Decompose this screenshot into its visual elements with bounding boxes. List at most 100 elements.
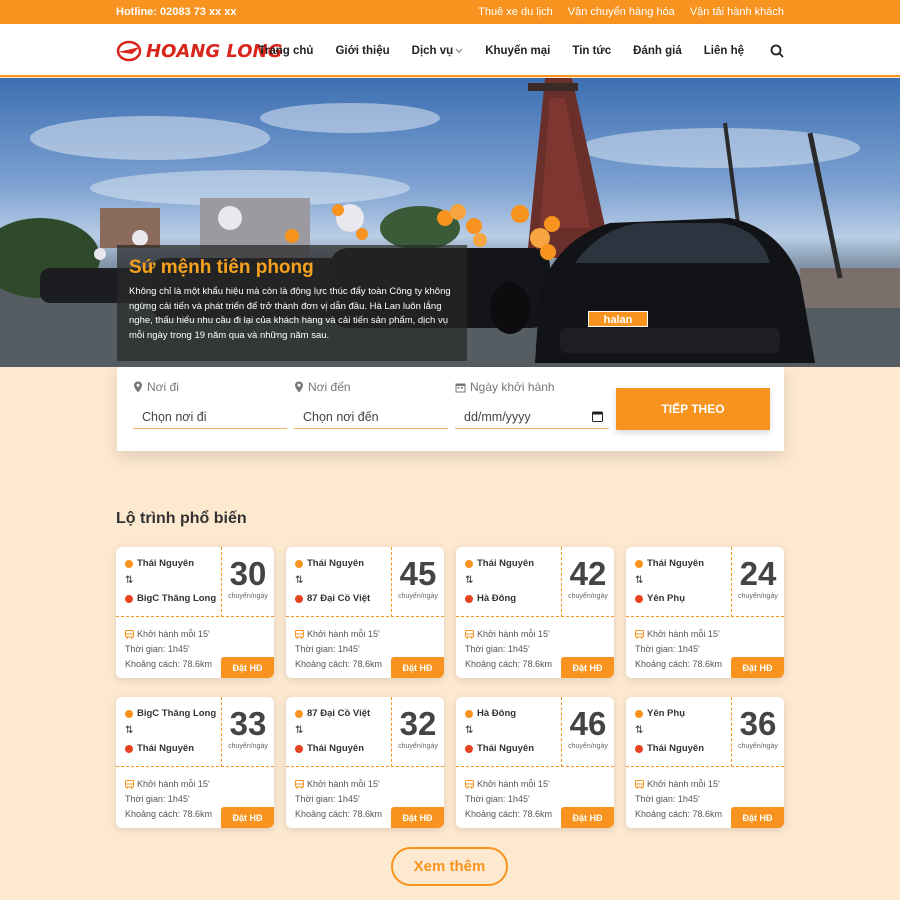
route-from: Hà Đông (465, 708, 516, 719)
book-button[interactable]: Đặt HĐ (221, 657, 274, 678)
route-depart: Khởi hành mỗi 15' (137, 779, 210, 789)
origin-dot-icon (295, 559, 303, 568)
route-to-label: Hà Đông (477, 593, 517, 604)
route-card[interactable]: 87 Đại Cồ Việt ⇅ Thái Nguyên 32 chuyến/ngày K… (286, 697, 444, 828)
origin-dot-icon (635, 559, 643, 568)
route-depart: Khởi hành mỗi 15' (647, 629, 720, 639)
origin-dot-icon (635, 709, 643, 718)
origin-dot-icon (125, 709, 133, 718)
top-link-travel[interactable]: Thuê xe du lịch (478, 6, 553, 18)
from-select[interactable]: Chọn nơi đi (133, 405, 287, 429)
route-depart: Khởi hành mỗi 15' (477, 779, 550, 789)
route-card[interactable]: Thái Nguyên ⇅ BigC Thăng Long 30 chuyến/ngày… (116, 547, 274, 678)
route-card[interactable]: Hà Đông ⇅ Thái Nguyên 46 chuyến/ngày Khởi hàn… (456, 697, 614, 828)
bus-icon (465, 630, 474, 639)
route-card[interactable]: Thái Nguyên ⇅ 87 Đại Cồ Việt 45 chuyến/ngày K… (286, 547, 444, 678)
menu-item-news[interactable]: Tin tức (572, 45, 611, 57)
swap-icon: ⇅ (635, 725, 644, 736)
trips-unit: chuyến/ngày (398, 593, 438, 600)
hero-textbox: Sứ mệnh tiên phong Không chỉ là một khẩu… (117, 245, 467, 361)
route-to: Thái Nguyên (125, 743, 194, 754)
to-label-row: Nơi đến (294, 379, 448, 395)
next-button[interactable]: TIẾP THEO (616, 388, 770, 430)
book-button[interactable]: Đặt HĐ (731, 807, 784, 828)
route-distance: Khoảng cách: 78.6km (295, 659, 383, 669)
route-info: Khởi hành mỗi 15' Thời gian: 1h45' Khoảng … (125, 777, 212, 822)
menu-item-services[interactable]: Dịch vụ (412, 45, 464, 57)
top-link-cargo[interactable]: Vận chuyển hàng hóa (568, 6, 675, 18)
date-field: Ngày khởi hành dd/mm/yyyy (455, 379, 609, 429)
bus-icon (125, 780, 134, 789)
route-from: BigC Thăng Long (125, 708, 216, 719)
destination-dot-icon (465, 594, 473, 603)
destination-dot-icon (635, 744, 643, 753)
top-link-passenger[interactable]: Vận tải hành khách (690, 6, 784, 18)
route-to-label: BigC Thăng Long (137, 593, 217, 604)
book-button[interactable]: Đặt HĐ (561, 807, 614, 828)
route-to-label: Thái Nguyên (647, 743, 705, 754)
route-depart-row: Khởi hành mỗi 15' (635, 627, 722, 642)
calendar-icon[interactable] (592, 411, 603, 422)
swap-icon: ⇅ (125, 725, 134, 736)
route-card[interactable]: Yên Phụ ⇅ Thái Nguyên 36 chuyến/ngày Khởi hàn… (626, 697, 784, 828)
route-from-label: Thái Nguyên (137, 558, 195, 569)
book-button[interactable]: Đặt HĐ (731, 657, 784, 678)
route-card[interactable]: BigC Thăng Long ⇅ Thái Nguyên 33 chuyến/ngày… (116, 697, 274, 828)
route-duration: Thời gian: 1h45' (295, 794, 360, 804)
trips-unit: chuyến/ngày (398, 743, 438, 750)
route-distance: Khoảng cách: 78.6km (465, 659, 553, 669)
swap-icon: ⇅ (295, 725, 304, 736)
swap-icon: ⇅ (465, 575, 474, 586)
logo[interactable]: HOANG LONG (116, 38, 282, 64)
route-card[interactable]: Thái Nguyên ⇅ Hà Đông 42 chuyến/ngày Khởi hàn… (456, 547, 614, 678)
bus-icon (635, 780, 644, 789)
trips-unit: chuyến/ngày (228, 743, 268, 750)
date-label-row: Ngày khởi hành (455, 379, 609, 395)
swap-icon: ⇅ (125, 575, 134, 586)
menu-item-home[interactable]: Trang chủ (259, 45, 314, 57)
top-links: Thuê xe du lịch Vận chuyển hàng hóa Vận … (478, 6, 784, 18)
route-depart: Khởi hành mỗi 15' (307, 629, 380, 639)
route-depart-row: Khởi hành mỗi 15' (635, 777, 722, 792)
trips-count: 33 (229, 705, 267, 742)
main-header: HOANG LONG Trang chủ Giới thiệu Dịch vụ … (0, 24, 900, 77)
menu-item-reviews[interactable]: Đánh giá (633, 45, 682, 57)
origin-dot-icon (125, 559, 133, 568)
search-icon[interactable] (770, 44, 784, 58)
route-to: Thái Nguyên (635, 743, 704, 754)
route-depart-row: Khởi hành mỗi 15' (465, 777, 552, 792)
menu-item-promotions[interactable]: Khuyến mại (485, 45, 550, 57)
menu-item-services-label: Dịch vụ (411, 44, 454, 57)
book-button[interactable]: Đặt HĐ (391, 807, 444, 828)
route-depart-row: Khởi hành mỗi 15' (125, 627, 212, 642)
from-label-row: Nơi đi (133, 379, 287, 395)
see-more-button[interactable]: Xem thêm (391, 847, 508, 886)
menu-item-about[interactable]: Giới thiệu (335, 45, 389, 57)
route-distance: Khoảng cách: 78.6km (465, 809, 553, 819)
book-button[interactable]: Đặt HĐ (221, 807, 274, 828)
book-button[interactable]: Đặt HĐ (561, 657, 614, 678)
trips-count: 24 (739, 555, 777, 592)
to-select[interactable]: Chọn nơi đến (294, 405, 448, 429)
chevron-down-icon (455, 48, 463, 53)
route-depart: Khởi hành mỗi 15' (307, 779, 380, 789)
route-from-label: Thái Nguyên (477, 558, 535, 569)
date-placeholder: dd/mm/yyyy (464, 409, 531, 424)
route-to: Hà Đông (465, 593, 516, 604)
route-from-label: Yên Phụ (647, 708, 686, 719)
origin-dot-icon (465, 709, 473, 718)
origin-dot-icon (295, 709, 303, 718)
menu-item-contact[interactable]: Liên hệ (704, 45, 744, 57)
calendar-icon (455, 383, 466, 392)
book-button[interactable]: Đặt HĐ (391, 657, 444, 678)
date-label: Ngày khởi hành (470, 380, 555, 394)
swap-icon: ⇅ (295, 575, 304, 586)
trips-count: 32 (399, 705, 437, 742)
main-menu: Trang chủ Giới thiệu Dịch vụ Khuyến mại … (259, 24, 785, 77)
date-input[interactable]: dd/mm/yyyy (455, 405, 609, 429)
route-from-label: Thái Nguyên (647, 558, 705, 569)
route-to-label: Thái Nguyên (137, 743, 195, 754)
destination-dot-icon (295, 744, 303, 753)
route-card[interactable]: Thái Nguyên ⇅ Yên Phụ 24 chuyến/ngày Khởi hàn… (626, 547, 784, 678)
route-distance: Khoảng cách: 78.6km (635, 809, 723, 819)
